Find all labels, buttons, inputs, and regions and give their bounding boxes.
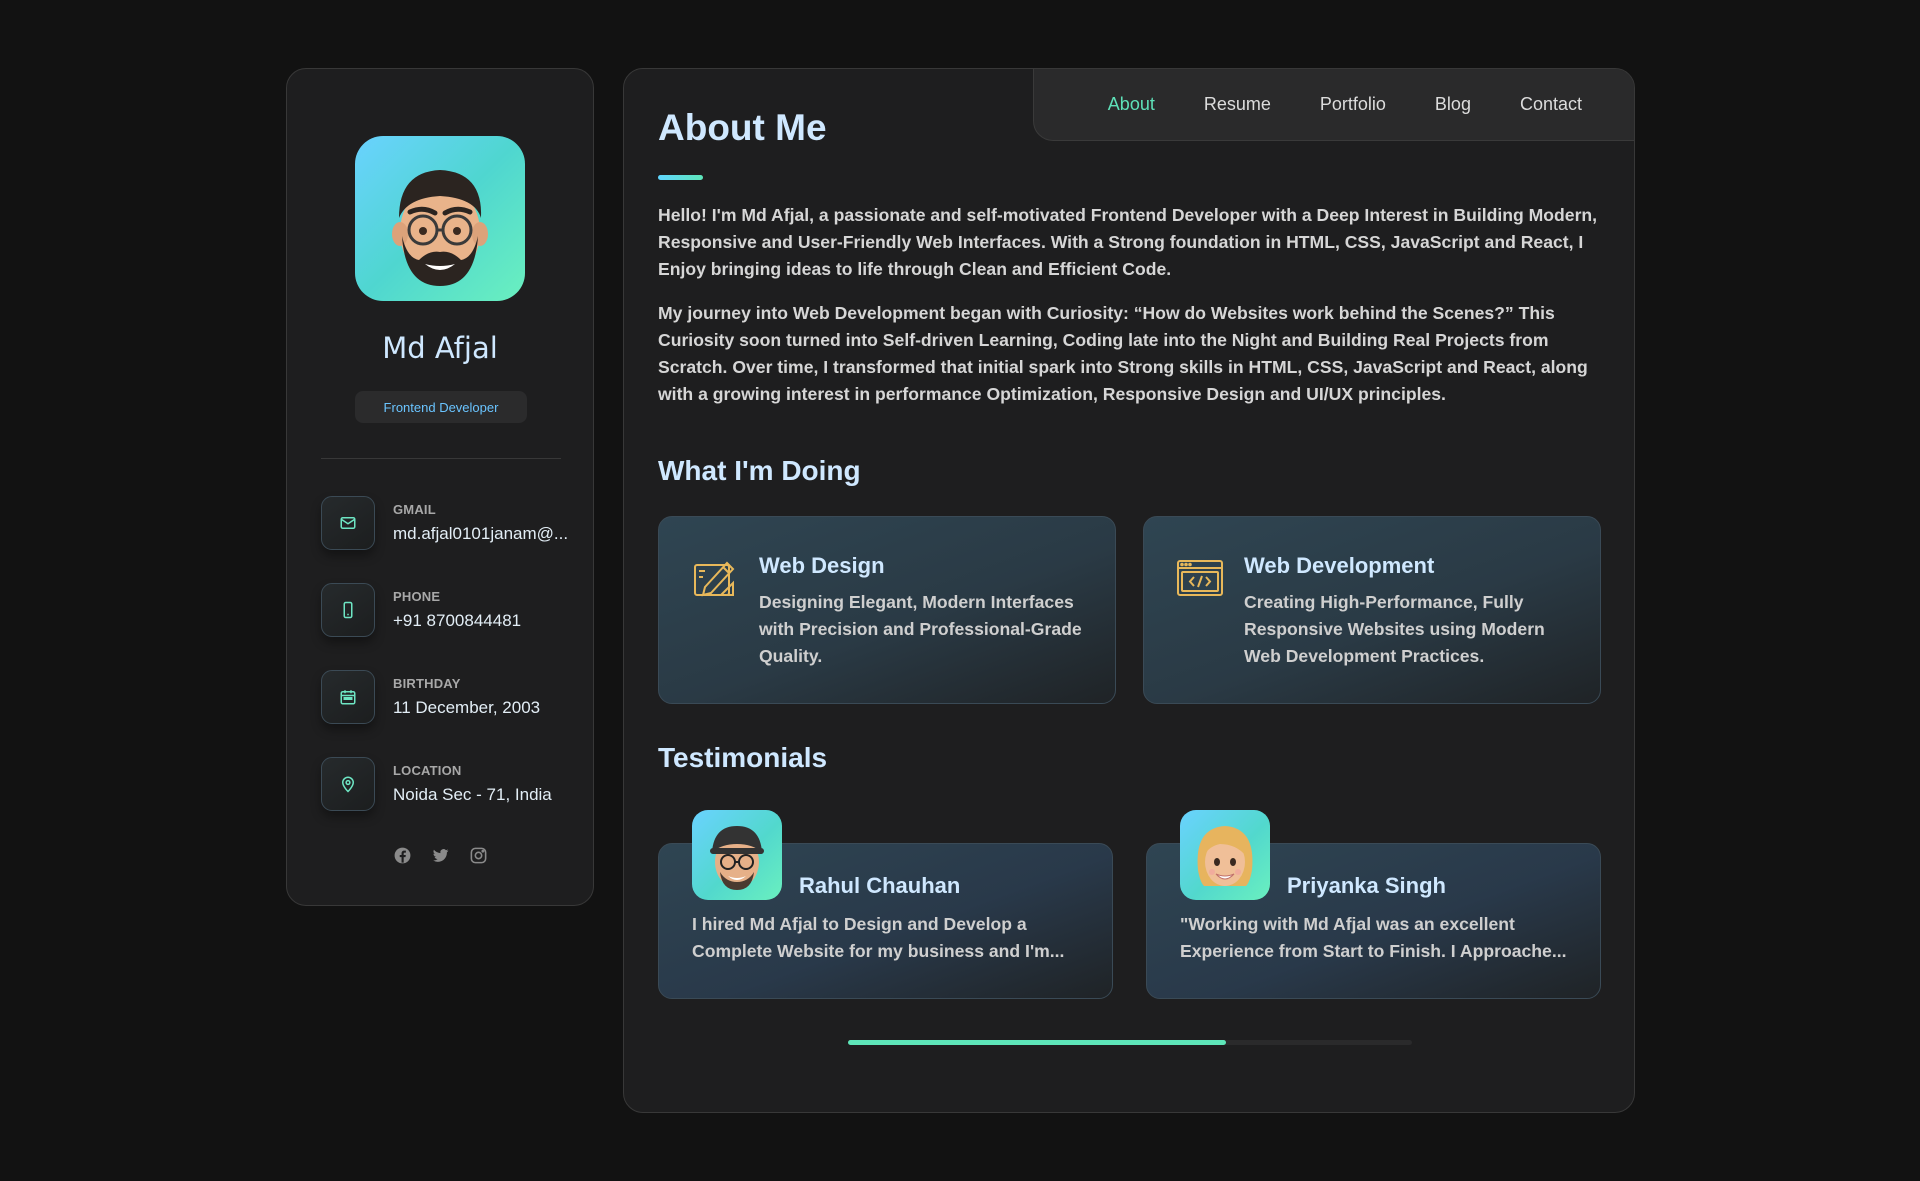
instagram-icon[interactable] — [468, 845, 488, 865]
main-panel: About Resume Portfolio Blog Contact Abou… — [623, 68, 1635, 1113]
section-title-testimonials: Testimonials — [658, 742, 828, 773]
contact-phone: PHONE +91 8700844481 — [321, 583, 571, 639]
mail-icon — [321, 496, 375, 550]
sidebar-divider — [321, 458, 561, 459]
contact-value-email[interactable]: md.afjal0101janam@... — [393, 524, 573, 544]
nav-portfolio[interactable]: Portfolio — [1320, 94, 1386, 115]
about-paragraph: My journey into Web Development began wi… — [658, 303, 1588, 404]
contact-birthday: BIRTHDAY 11 December, 2003 — [321, 670, 571, 726]
service-title: Web Development — [1244, 553, 1435, 578]
top-navbar: About Resume Portfolio Blog Contact — [1033, 69, 1634, 141]
testimonial-text: "Working with Md Afjal was an excellent … — [1180, 914, 1567, 961]
service-card-web-development: Web Development Creating High-Performanc… — [1143, 516, 1601, 704]
contact-location: LOCATION Noida Sec - 71, India — [321, 757, 571, 813]
testimonial-name: Rahul Chauhan — [799, 873, 961, 898]
testimonial-text: I hired Md Afjal to Design and Develop a… — [692, 914, 1065, 961]
profile-sidebar: Md Afjal Frontend Developer GMAIL md.afj… — [286, 68, 594, 906]
contact-value-phone[interactable]: +91 8700844481 — [393, 611, 573, 631]
testimonial-avatar — [1180, 810, 1270, 900]
twitter-icon[interactable] — [430, 845, 450, 865]
contact-label: PHONE — [393, 589, 441, 604]
design-pencil-icon — [691, 555, 739, 603]
testimonial-name: Priyanka Singh — [1287, 873, 1446, 898]
nav-blog[interactable]: Blog — [1435, 94, 1471, 115]
contact-gmail: GMAIL md.afjal0101janam@... — [321, 496, 571, 552]
about-paragraph: Hello! I'm Md Afjal, a passionate and se… — [658, 205, 1598, 279]
profile-title-badge: Frontend Developer — [355, 391, 527, 423]
calendar-icon — [321, 670, 375, 724]
contact-label: BIRTHDAY — [393, 676, 461, 691]
testimonial-avatar — [692, 810, 782, 900]
location-pin-icon — [321, 757, 375, 811]
code-window-icon — [1176, 555, 1224, 603]
section-title-services: What I'm Doing — [658, 455, 861, 486]
nav-resume[interactable]: Resume — [1204, 94, 1271, 115]
title-underline — [658, 175, 703, 180]
service-card-web-design: Web Design Designing Elegant, Modern Int… — [658, 516, 1116, 704]
scrollbar-thumb[interactable] — [848, 1040, 1226, 1045]
contact-value-location: Noida Sec - 71, India — [393, 785, 552, 804]
page-title: About Me — [658, 107, 827, 148]
service-text: Designing Elegant, Modern Interfaces wit… — [759, 592, 1082, 666]
facebook-icon[interactable] — [392, 845, 412, 865]
profile-name: Md Afjal — [382, 331, 498, 365]
contact-value-birthday: 11 December, 2003 — [393, 698, 541, 717]
nav-contact[interactable]: Contact — [1520, 94, 1582, 115]
service-title: Web Design — [759, 553, 885, 578]
contact-label: GMAIL — [393, 502, 436, 517]
phone-icon — [321, 583, 375, 637]
contact-label: LOCATION — [393, 763, 462, 778]
testimonials-scrollbar[interactable] — [848, 1040, 1412, 1045]
service-text: Creating High-Performance, Fully Respons… — [1244, 592, 1545, 666]
social-links — [287, 845, 593, 865]
profile-avatar — [355, 136, 525, 301]
nav-about[interactable]: About — [1108, 94, 1155, 115]
